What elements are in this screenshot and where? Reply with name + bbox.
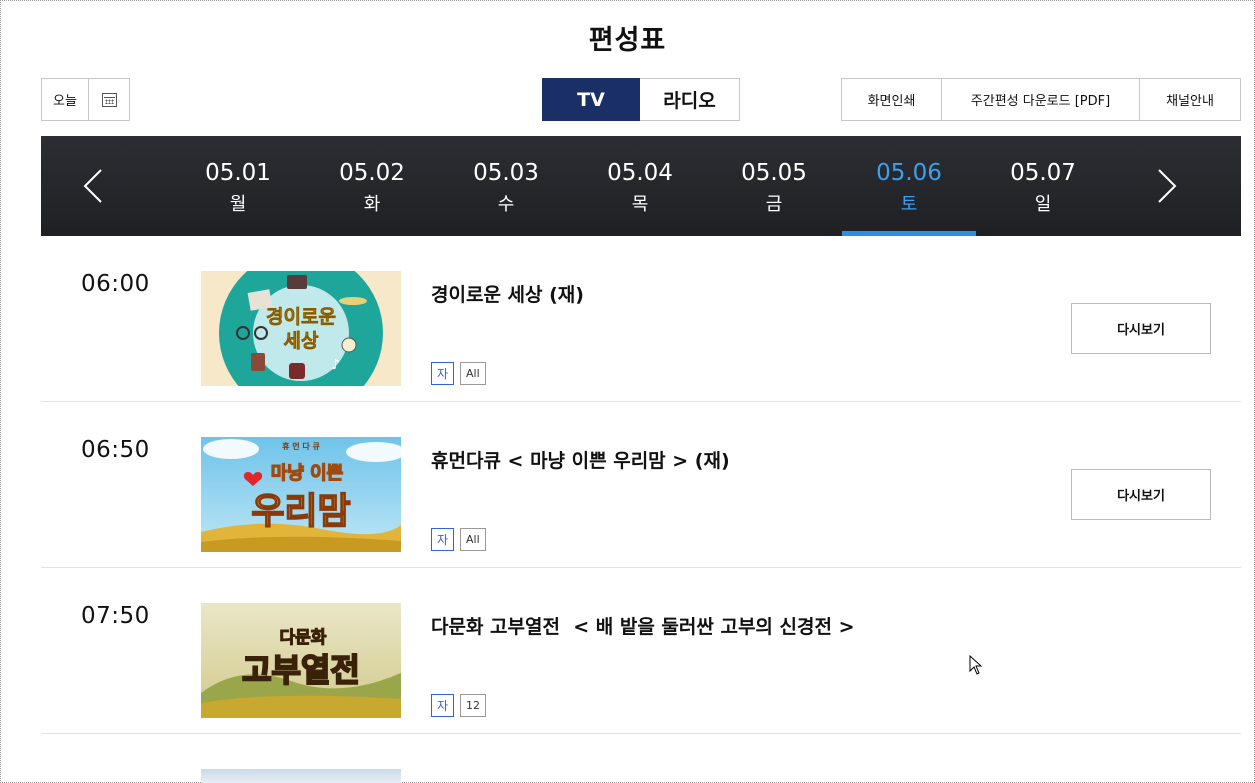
thumb-logo-text: 고부열전 [242,651,360,689]
thumb-logo-text: 세상 [284,330,319,352]
thumb-logo-text: 마냥 이쁜 [271,463,344,484]
weekday-label: 수 [497,194,515,215]
date-tab-0501[interactable]: 05.01 월 [171,136,305,236]
caption-badge: 자 [431,694,454,717]
program-title[interactable]: 경이로운 세상 (재) [431,280,584,307]
program-time: 06:00 [81,271,150,297]
program-title[interactable]: 휴먼다큐 < 마냥 이쁜 우리맘 > (재) [431,446,730,473]
tab-radio[interactable]: 라디오 [640,78,740,121]
program-badges: 자 All [431,528,486,551]
replay-button[interactable]: 다시보기 [1071,469,1211,520]
utility-buttons: 화면인쇄 주간편성 다운로드 [PDF] 채널안내 [841,78,1241,121]
svg-text:♪: ♪ [331,357,340,373]
thumb-logo-text: 다문화 [280,628,327,648]
chevron-left-icon[interactable] [81,168,111,204]
date-label: 05.04 [607,160,673,186]
date-label: 05.01 [205,160,271,186]
caption-badge: 자 [431,528,454,551]
date-tab-0506-selected[interactable]: 05.06 토 [842,136,976,236]
program-thumbnail[interactable]: 경이로운 세상 ♪ [201,271,401,386]
next-program-thumbnail[interactable] [201,769,401,783]
date-label: 05.02 [339,160,405,186]
media-tabs: TV 라디오 [542,78,740,121]
today-button[interactable]: 오늘 [42,79,89,120]
program-row: 06:00 경이로운 세상 ♪ 경이로운 세상 (재) 자 All 다시보기 [41,236,1241,402]
calendar-button[interactable] [89,79,129,120]
weekday-label: 목 [631,194,649,215]
rating-badge: All [460,528,486,551]
date-label: 05.03 [473,160,539,186]
program-row: 07:50 다문화 고부열전 다문화 고부열전 < 배 밭을 둘러싼 고부의 신… [41,568,1241,734]
program-thumbnail[interactable]: 다문화 고부열전 [201,603,401,718]
program-time: 06:50 [81,437,150,463]
print-button[interactable]: 화면인쇄 [842,79,942,120]
date-navigation: 05.01 월 05.02 화 05.03 수 05.04 목 05.05 금 … [41,136,1241,236]
program-time: 07:50 [81,603,150,629]
thumb-logo-text: 휴 먼 다 큐 [282,441,320,451]
date-label: 05.05 [741,160,807,186]
today-controls: 오늘 [41,78,130,121]
mouse-pointer-icon [969,655,983,675]
date-label: 05.07 [1010,160,1076,186]
date-tab-0507[interactable]: 05.07 일 [976,136,1110,236]
thumb-logo-text: 경이로운 [266,306,336,328]
replay-button[interactable]: 다시보기 [1071,303,1211,354]
tab-tv[interactable]: TV [542,78,640,121]
program-badges: 자 All [431,362,486,385]
date-tab-0503[interactable]: 05.03 수 [439,136,573,236]
weekday-label: 토 [900,194,918,215]
weekly-pdf-download-button[interactable]: 주간편성 다운로드 [PDF] [942,79,1140,120]
program-row: 06:50 휴 먼 다 큐 마냥 이쁜 우리맘 휴먼다큐 < 마냥 이쁜 우리맘… [41,402,1241,568]
rating-badge: 12 [460,694,486,717]
weekday-label: 일 [1034,194,1052,215]
thumb-logo-text: 우리맘 [251,491,350,532]
date-tab-0504[interactable]: 05.04 목 [573,136,707,236]
date-label: 05.06 [876,160,942,186]
page-title: 편성표 [588,25,667,56]
date-tab-0505[interactable]: 05.05 금 [707,136,841,236]
program-badges: 자 12 [431,694,486,717]
rating-badge: All [460,362,486,385]
caption-badge: 자 [431,362,454,385]
weekday-label: 화 [363,194,381,215]
calendar-icon [101,92,117,107]
weekday-label: 금 [765,194,783,215]
date-tab-0502[interactable]: 05.02 화 [305,136,439,236]
program-title[interactable]: 다문화 고부열전 < 배 밭을 둘러싼 고부의 신경전 > [431,612,855,639]
chevron-right-icon[interactable] [1149,168,1179,204]
channel-guide-button[interactable]: 채널안내 [1140,79,1240,120]
program-thumbnail[interactable]: 휴 먼 다 큐 마냥 이쁜 우리맘 [201,437,401,552]
weekday-label: 월 [229,194,247,215]
